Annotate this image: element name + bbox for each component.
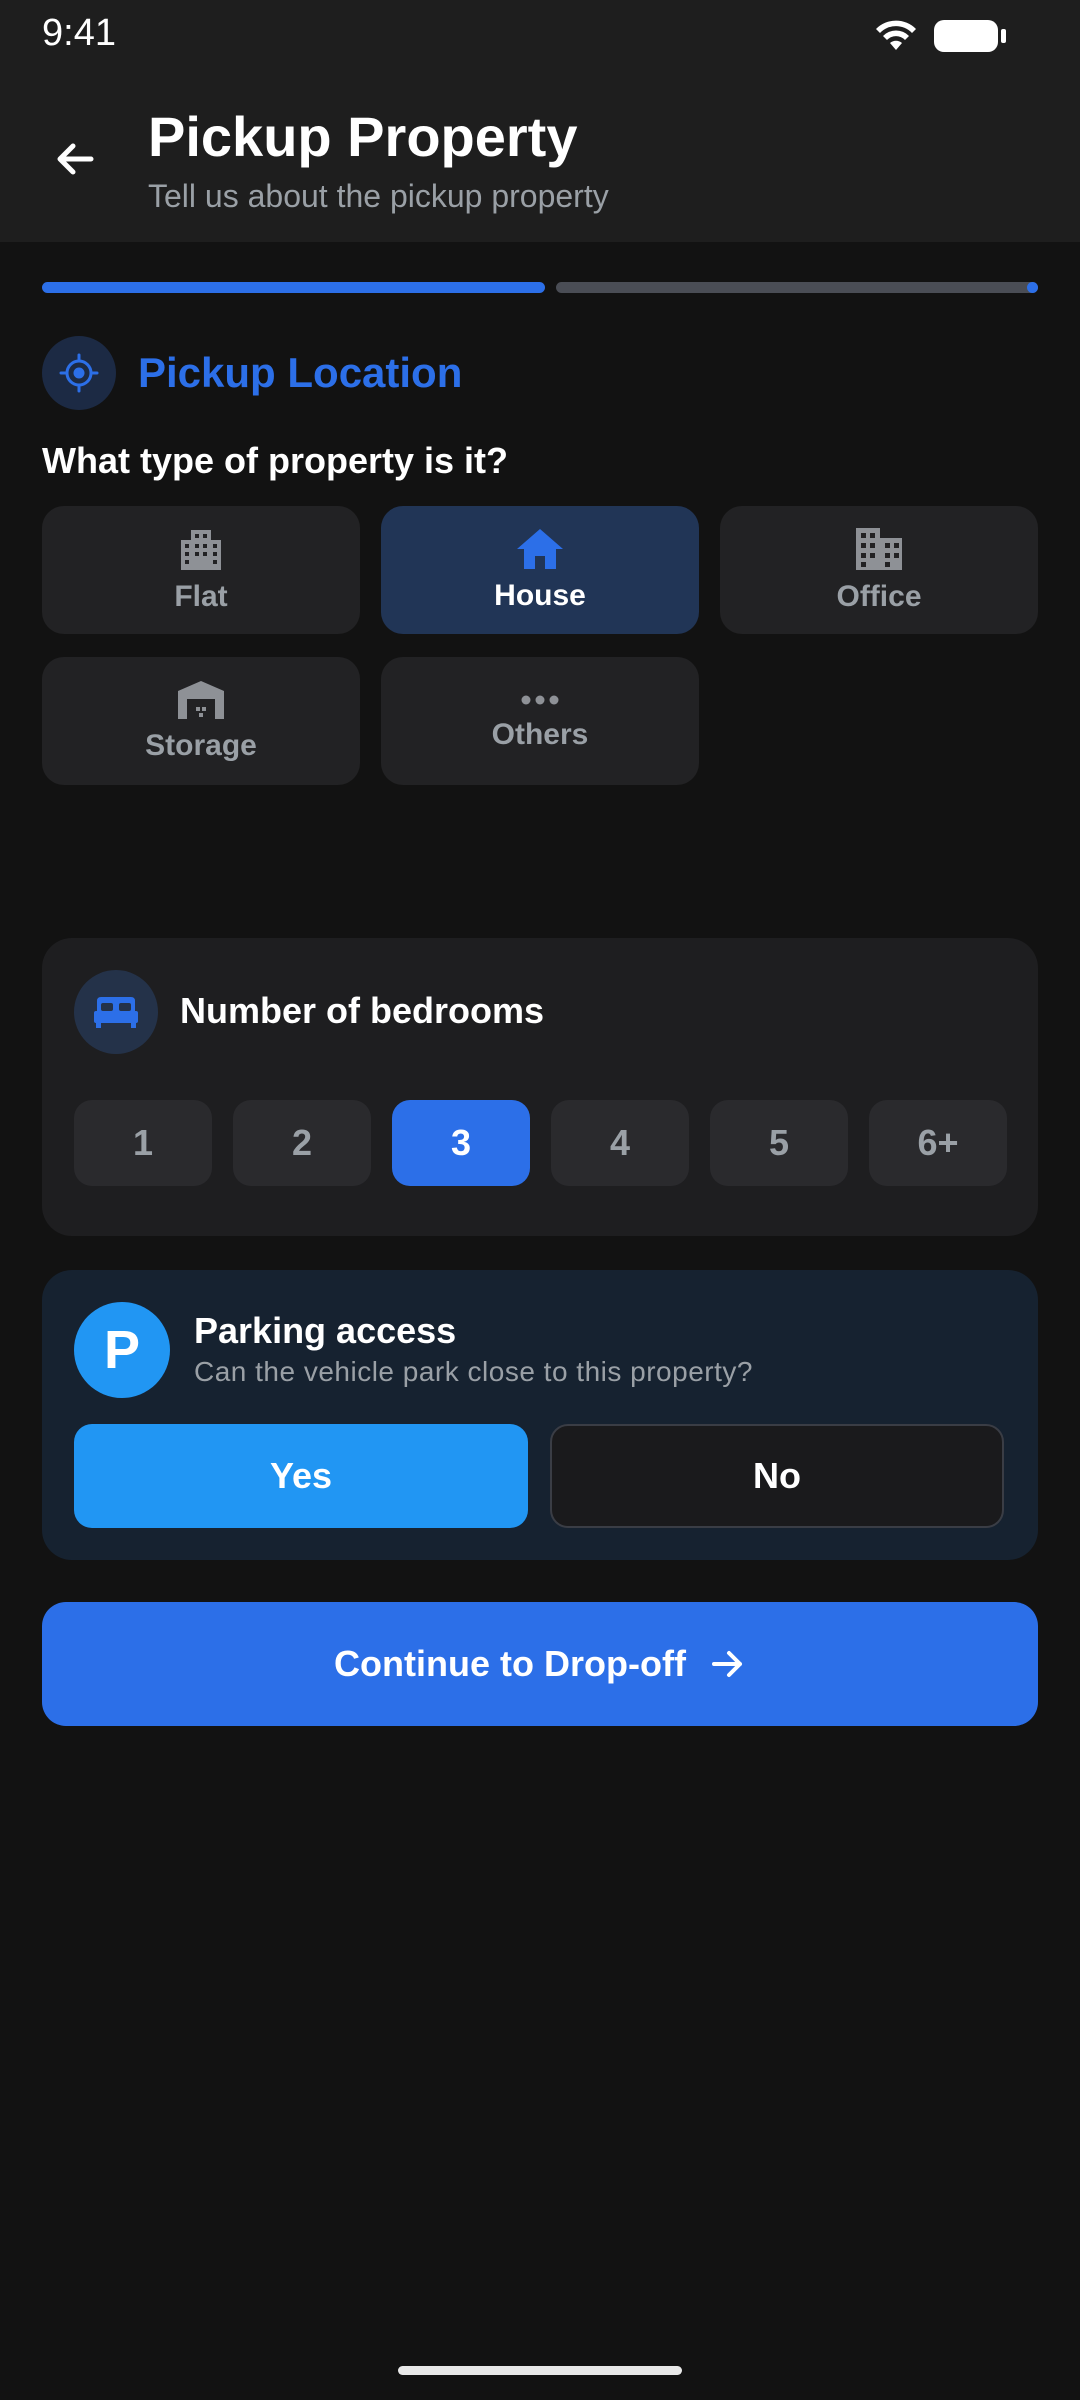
continue-button-label: Continue to Drop-off — [334, 1643, 686, 1684]
property-option-label: Others — [491, 718, 589, 751]
progress-end-dot — [1027, 282, 1038, 293]
bed-icon — [74, 970, 158, 1054]
more-horizontal-icon — [521, 695, 559, 705]
status-time: 9:41 — [42, 12, 116, 54]
parking-subtitle: Can the vehicle park close to this prope… — [194, 1356, 753, 1387]
parking-no-button[interactable]: No — [550, 1424, 1004, 1528]
arrow-left-icon — [57, 143, 94, 175]
bedroom-option-2[interactable]: 2 — [233, 1100, 371, 1186]
parking-card: P Parking access Can the vehicle park cl… — [42, 1270, 1038, 1560]
property-option-label: Flat — [174, 580, 228, 613]
building-icon — [181, 530, 221, 570]
property-option-label: House — [494, 579, 586, 612]
wifi-icon — [876, 20, 916, 50]
bedrooms-title: Number of bedrooms — [180, 990, 545, 1031]
property-option-storage[interactable]: Storage — [42, 657, 360, 785]
section-heading: Pickup Location — [42, 336, 462, 410]
bedroom-option-4[interactable]: 4 — [551, 1100, 689, 1186]
bedroom-option-1[interactable]: 1 — [74, 1100, 212, 1186]
app-bar: Pickup Property Tell us about the pickup… — [0, 70, 1080, 242]
property-option-label: Office — [836, 580, 922, 613]
progress-step-1 — [42, 282, 545, 293]
bedrooms-card: Number of bedrooms 1 2 3 4 5 6+ — [42, 938, 1038, 1236]
continue-button[interactable]: Continue to Drop-off — [42, 1602, 1038, 1726]
progress-step-2 — [556, 282, 1038, 293]
back-button[interactable] — [44, 128, 106, 190]
page-subtitle: Tell us about the pickup property — [148, 178, 609, 214]
property-option-others[interactable]: Others — [381, 657, 699, 785]
battery-icon — [934, 20, 1006, 52]
parking-yes-button[interactable]: Yes — [74, 1424, 528, 1528]
property-option-office[interactable]: Office — [720, 506, 1038, 634]
parking-title: Parking access — [194, 1310, 457, 1351]
parking-icon: P — [74, 1302, 170, 1398]
office-icon — [856, 528, 902, 570]
bedroom-option-5[interactable]: 5 — [710, 1100, 848, 1186]
bedroom-option-6-plus[interactable]: 6+ — [869, 1100, 1007, 1186]
bedroom-option-3[interactable]: 3 — [392, 1100, 530, 1186]
location-target-icon — [42, 336, 116, 410]
page-title: Pickup Property — [148, 105, 578, 168]
property-type-question: What type of property is it? — [42, 440, 509, 481]
property-option-flat[interactable]: Flat — [42, 506, 360, 634]
warehouse-icon — [178, 681, 224, 719]
home-indicator[interactable] — [398, 2366, 682, 2375]
section-title: Pickup Location — [138, 349, 463, 396]
property-option-label: Storage — [145, 729, 257, 762]
step-progress — [42, 282, 1038, 293]
house-icon — [517, 529, 563, 569]
status-bar: 9:41 — [0, 0, 1080, 70]
property-option-house[interactable]: House — [381, 506, 699, 634]
arrow-right-icon — [711, 1651, 742, 1677]
